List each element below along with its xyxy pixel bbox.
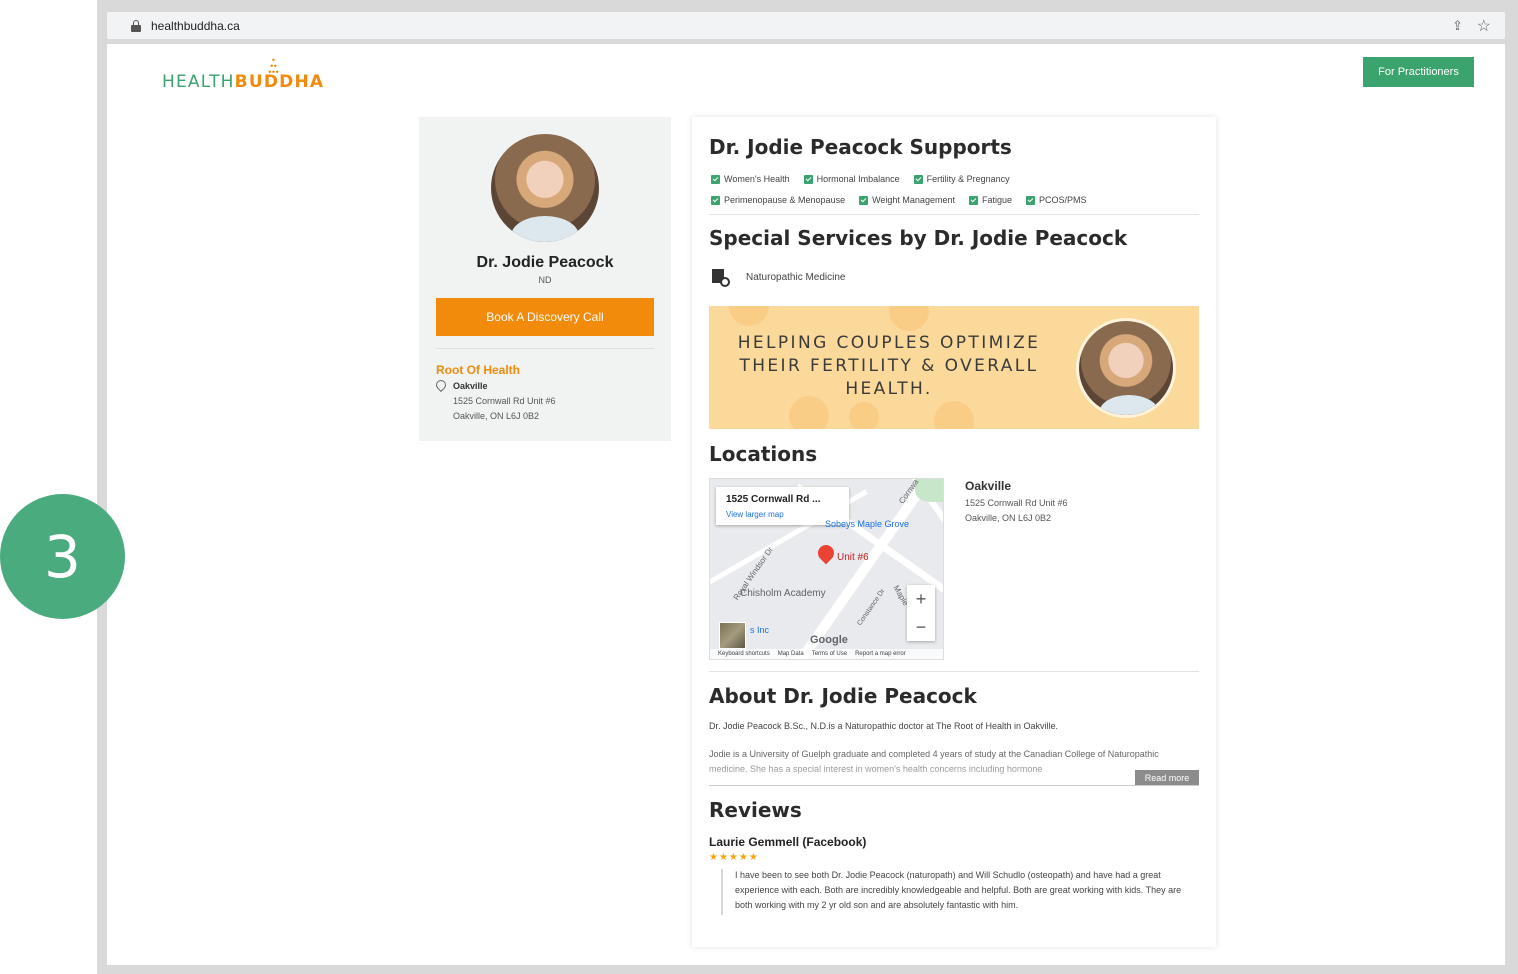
locations-heading: Locations xyxy=(709,442,818,466)
checkbox-icon xyxy=(803,174,813,184)
page-viewport: • • • • • • HEALTHBUDDHA For Practitioners… xyxy=(107,44,1505,965)
support-tag: Perimenopause & Menopause xyxy=(711,195,845,205)
clinic-city: Oakville xyxy=(453,381,488,391)
checkbox-icon xyxy=(913,174,923,184)
read-more-button[interactable]: Read more xyxy=(1135,770,1199,785)
checkbox-icon xyxy=(711,195,720,205)
map-pin-icon[interactable] xyxy=(814,541,838,565)
terms-of-use-link[interactable]: Terms of Use xyxy=(812,651,847,657)
url-text[interactable]: healthbuddha.ca xyxy=(151,19,240,33)
zoom-out-button[interactable]: − xyxy=(907,613,935,641)
clinic-address-line2: Oakville, ON L6J 0B2 xyxy=(453,411,540,421)
section-divider xyxy=(709,214,1199,215)
poi-business[interactable]: s Inc xyxy=(750,625,769,635)
location-address-line2: Oakville, ON L6J 0B2 xyxy=(965,513,1052,523)
service-label: Naturopathic Medicine xyxy=(746,272,846,283)
profile-card: Dr. Jodie Peacock ND Book A Discovery Ca… xyxy=(419,117,671,441)
book-discovery-call-button[interactable]: Book A Discovery Call xyxy=(436,298,654,336)
doctor-credential: ND xyxy=(538,275,552,285)
keyboard-shortcuts-link[interactable]: Keyboard shortcuts xyxy=(718,651,770,657)
location-address-line1: 1525 Cornwall Rd Unit #6 xyxy=(965,498,1068,508)
map-zoom-controls: + − xyxy=(907,585,935,641)
support-tag: Women's Health xyxy=(711,174,790,184)
review-text: I have been to see both Dr. Jodie Peacoc… xyxy=(735,870,1182,910)
address-bar[interactable]: healthbuddha.ca ⇪ ☆ xyxy=(107,12,1505,39)
poi-sobeys[interactable]: Sobeys Maple Grove xyxy=(825,519,909,529)
fertility-banner: HELPING COUPLES OPTIMIZE THEIR FERTILITY… xyxy=(709,306,1199,429)
support-tag: PCOS/PMS xyxy=(1026,195,1087,205)
report-map-error-link[interactable]: Report a map error xyxy=(855,651,906,657)
review-author: Laurie Gemmell (Facebook) xyxy=(709,835,867,849)
support-tag: Hormonal Imbalance xyxy=(803,174,900,184)
left-gutter xyxy=(0,0,97,974)
step-badge: 3 xyxy=(0,494,125,619)
about-heading: About Dr. Jodie Peacock xyxy=(709,684,977,708)
support-tag: Weight Management xyxy=(859,195,955,205)
services-heading: Special Services by Dr. Jodie Peacock xyxy=(709,226,1128,250)
location-city: Oakville xyxy=(965,479,1012,493)
google-logo: Google xyxy=(810,634,848,646)
poi-chisholm-academy[interactable]: Chisholm Academy xyxy=(740,588,826,599)
satellite-toggle-thumbnail[interactable] xyxy=(719,622,746,649)
card-divider xyxy=(436,348,654,349)
supports-tags-row1: Women's Health Hormonal Imbalance Fertil… xyxy=(711,174,1010,184)
about-fade-overlay xyxy=(709,757,1199,787)
view-larger-map-link[interactable]: View larger map xyxy=(726,510,784,519)
support-tag: Fatigue xyxy=(968,195,1012,205)
about-paragraph-1: Dr. Jodie Peacock B.Sc., N.D.is a Naturo… xyxy=(709,721,1058,731)
doctor-avatar xyxy=(491,134,599,242)
checkbox-icon xyxy=(711,174,720,184)
banner-doctor-photo xyxy=(1076,318,1176,418)
share-icon[interactable]: ⇪ xyxy=(1452,18,1463,34)
naturopathic-medicine-icon xyxy=(712,269,730,287)
bookmark-star-icon[interactable]: ☆ xyxy=(1477,16,1491,36)
supports-heading: Dr. Jodie Peacock Supports xyxy=(709,135,1012,159)
map-info-title: 1525 Cornwall Rd ... xyxy=(726,494,821,505)
map-pin-label: Unit #6 xyxy=(837,552,869,563)
location-pin-icon xyxy=(433,377,449,393)
quote-bar xyxy=(721,869,723,915)
for-practitioners-button[interactable]: For Practitioners xyxy=(1363,57,1474,87)
street-label: Constance Dr xyxy=(856,587,887,628)
review-stars-icon: ★★★★★ xyxy=(709,852,759,863)
supports-tags-row2: Perimenopause & Menopause Weight Managem… xyxy=(711,195,1087,205)
reviews-heading: Reviews xyxy=(709,798,802,822)
map-footer: Keyboard shortcuts Map Data Terms of Use… xyxy=(710,649,943,659)
browser-window: healthbuddha.ca ⇪ ☆ • • • • • • HEALTHBUDD… xyxy=(97,0,1518,974)
map-data-link[interactable]: Map Data xyxy=(778,651,804,657)
embedded-map[interactable]: 1525 Cornwall Rd ... View larger map Roy… xyxy=(709,478,944,660)
banner-text: HELPING COUPLES OPTIMIZE THEIR FERTILITY… xyxy=(737,333,1041,399)
clinic-address-line1: 1525 Cornwall Rd Unit #6 xyxy=(453,396,556,406)
checkbox-icon xyxy=(859,195,869,205)
checkbox-icon xyxy=(1026,195,1035,205)
section-divider xyxy=(709,671,1199,672)
zoom-in-button[interactable]: + xyxy=(907,585,935,613)
clinic-name-link[interactable]: Root Of Health xyxy=(436,363,520,377)
logo-text: HEALTHBUDDHA xyxy=(162,72,325,92)
lock-icon xyxy=(131,19,141,32)
checkbox-icon xyxy=(968,195,978,205)
doctor-name: Dr. Jodie Peacock xyxy=(476,254,614,271)
support-tag: Fertility & Pregnancy xyxy=(913,174,1010,184)
healthbuddha-logo[interactable]: • • • • • • HEALTHBUDDHA xyxy=(162,54,325,94)
about-divider xyxy=(709,785,1199,786)
main-content-card: Dr. Jodie Peacock Supports Women's Healt… xyxy=(692,117,1216,947)
